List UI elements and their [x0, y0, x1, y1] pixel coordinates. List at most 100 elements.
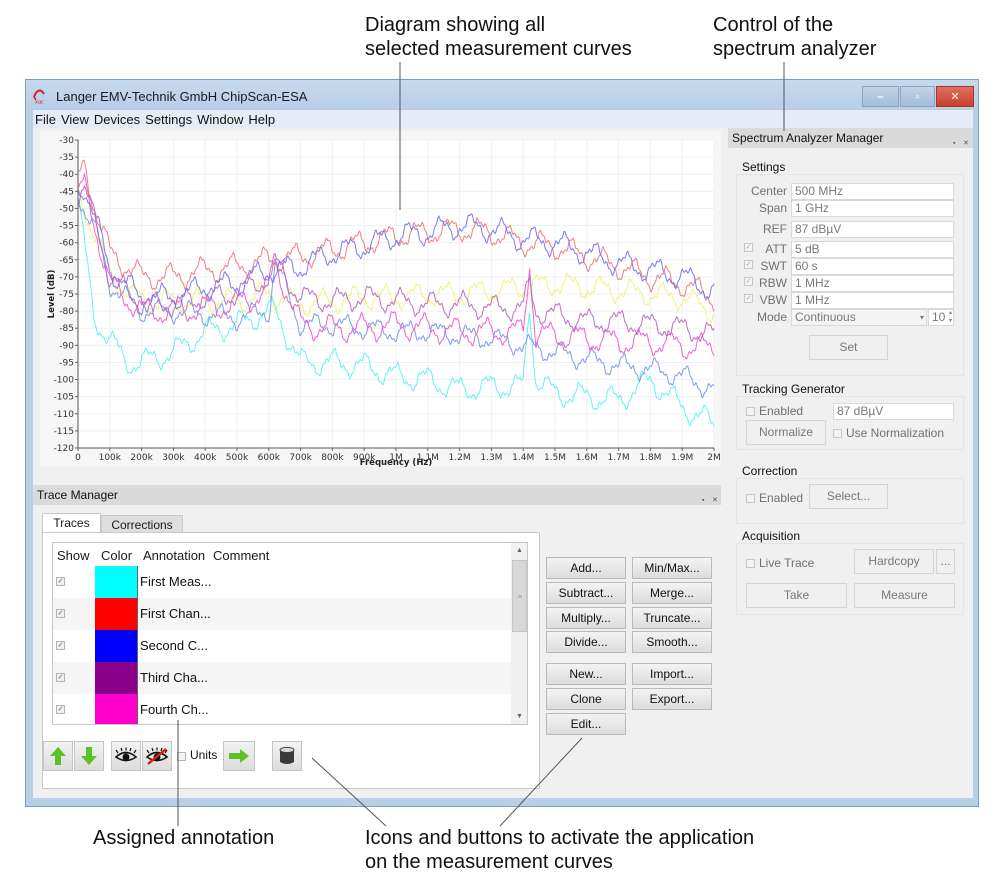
divide-button[interactable]: Divide... [546, 631, 626, 653]
column-comment[interactable]: Comment [213, 548, 269, 563]
column-show[interactable]: Show [57, 548, 90, 563]
spectrum-manager-title: Spectrum Analyzer Manager ▪ ✕ [728, 128, 973, 148]
database-icon [279, 746, 295, 764]
show-checkbox[interactable]: ✓ [56, 577, 65, 586]
use-normalization-checkbox[interactable] [833, 429, 842, 438]
hardcopy-button[interactable]: Hardcopy [854, 549, 934, 574]
annotation-cell[interactable]: Second C... [140, 638, 208, 653]
svg-text:xqc: xqc [35, 100, 44, 105]
measure-button[interactable]: Measure [854, 583, 955, 608]
x-tick-label: 1.5M [544, 453, 566, 463]
move-down-button[interactable] [74, 741, 104, 771]
close-dock-icon[interactable]: ✕ [712, 491, 718, 511]
import-button[interactable]: Import... [632, 663, 712, 685]
ref-field[interactable]: 87 dBµV [791, 221, 954, 238]
tracking-level-field[interactable]: 87 dBµV [833, 403, 954, 420]
min-max-button[interactable]: Min/Max... [632, 557, 712, 579]
correction-enabled-checkbox[interactable] [746, 494, 755, 503]
annotation-cell[interactable]: Third Cha... [140, 670, 208, 685]
table-row[interactable]: ✓ First Chan... [53, 598, 511, 630]
color-swatch[interactable] [95, 630, 138, 662]
menu-view[interactable]: View [61, 112, 89, 127]
y-tick-label: -115 [54, 427, 74, 437]
menu-settings[interactable]: Settings [145, 112, 192, 127]
menu-devices[interactable]: Devices [94, 112, 140, 127]
hide-all-button[interactable] [142, 741, 172, 771]
table-row[interactable]: ✓ First Meas... [53, 566, 511, 598]
menu-file[interactable]: File [35, 112, 56, 127]
clone-button[interactable]: Clone [546, 688, 626, 710]
move-up-button[interactable] [43, 741, 73, 771]
edit-button[interactable]: Edit... [546, 713, 626, 735]
callout-annotation: Assigned annotation [93, 826, 274, 850]
maximize-button[interactable]: ▫ [900, 86, 935, 107]
spin-arrows-icon[interactable]: ▴ ▾ [949, 309, 952, 325]
table-scrollbar[interactable]: ▲ ≡ ▼ [511, 543, 527, 724]
new-button[interactable]: New... [546, 663, 626, 685]
database-button[interactable] [272, 741, 302, 771]
y-tick-label: -65 [59, 256, 74, 266]
app-window: xqc Langer EMV-Technik GmbH ChipScan-ESA… [25, 79, 979, 807]
rbw-field[interactable]: 1 MHz [791, 275, 954, 292]
dropdown-icon: ▾ [919, 313, 924, 322]
tab-traces[interactable]: Traces [42, 513, 101, 533]
table-row[interactable]: ✓ Third Cha... [53, 662, 511, 694]
x-tick-label: 1.8M [639, 453, 661, 463]
units-checkbox[interactable] [177, 752, 186, 761]
truncate-button[interactable]: Truncate... [632, 607, 712, 629]
annotation-cell[interactable]: First Chan... [140, 606, 211, 621]
merge-button[interactable]: Merge... [632, 582, 712, 604]
vbw-field[interactable]: 1 MHz [791, 292, 954, 309]
show-all-button[interactable] [111, 741, 141, 771]
subtract-button[interactable]: Subtract... [546, 582, 626, 604]
x-tick-label: 800k [321, 453, 344, 463]
color-swatch[interactable] [95, 598, 138, 630]
y-tick-label: -95 [59, 358, 74, 368]
x-tick-label: 2M [707, 453, 721, 463]
apply-button[interactable] [223, 741, 255, 771]
take-button[interactable]: Take [746, 583, 847, 608]
table-row[interactable]: ✓ Fourth Ch... [53, 694, 511, 724]
units-label: Units [190, 748, 218, 762]
multiply-button[interactable]: Multiply... [546, 607, 626, 629]
menu-window[interactable]: Window [197, 112, 243, 127]
swt-field[interactable]: 60 s [791, 258, 954, 275]
mode-select[interactable]: Continuous ▾ [791, 309, 927, 326]
annotation-cell[interactable]: First Meas... [140, 574, 212, 589]
table-row[interactable]: ✓ Second C... [53, 630, 511, 662]
select-correction-button[interactable]: Select... [809, 484, 888, 509]
annotation-cell[interactable]: Fourth Ch... [140, 702, 209, 717]
minimize-button[interactable]: – [862, 86, 899, 107]
color-swatch[interactable] [95, 694, 138, 724]
show-checkbox[interactable]: ✓ [56, 641, 65, 650]
normalize-button[interactable]: Normalize [746, 420, 826, 445]
show-checkbox[interactable]: ✓ [56, 609, 65, 618]
scroll-down-icon[interactable]: ▼ [511, 709, 527, 724]
att-field[interactable]: 5 dB [791, 241, 954, 258]
column-color[interactable]: Color [101, 548, 132, 563]
close-button[interactable]: ✕ [936, 86, 974, 107]
mode-count-spinbox[interactable]: 10 ▴ ▾ [928, 309, 954, 326]
callout-control: Control of the spectrum analyzer [713, 13, 876, 61]
export-button[interactable]: Export... [632, 688, 712, 710]
color-swatch[interactable] [95, 662, 138, 694]
menu-help[interactable]: Help [248, 112, 275, 127]
set-button[interactable]: Set [809, 335, 888, 360]
span-field[interactable]: 1 GHz [791, 200, 954, 217]
scroll-thumb[interactable]: ≡ [512, 560, 527, 632]
spectrum-chart[interactable]: -30 -35 -40 -45 -50 -55 -60 -65 -70 -75 -80 -85 -90 -… [40, 131, 721, 467]
show-checkbox[interactable]: ✓ [56, 705, 65, 714]
hardcopy-options-button[interactable]: ... [936, 549, 955, 574]
live-trace-checkbox[interactable] [746, 559, 755, 568]
add-button[interactable]: Add... [546, 557, 626, 579]
color-swatch[interactable] [95, 566, 138, 598]
center-field[interactable]: 500 MHz [791, 183, 954, 200]
tracking-enabled-checkbox[interactable] [746, 407, 755, 416]
callout-control-line1: Control of the [713, 14, 834, 36]
close-icon: ✕ [950, 91, 960, 103]
float-icon[interactable]: ▪ [702, 491, 704, 511]
show-checkbox[interactable]: ✓ [56, 673, 65, 682]
smooth-button[interactable]: Smooth... [632, 631, 712, 653]
scroll-up-icon[interactable]: ▲ [511, 543, 527, 558]
column-annotation[interactable]: Annotation [143, 548, 205, 563]
